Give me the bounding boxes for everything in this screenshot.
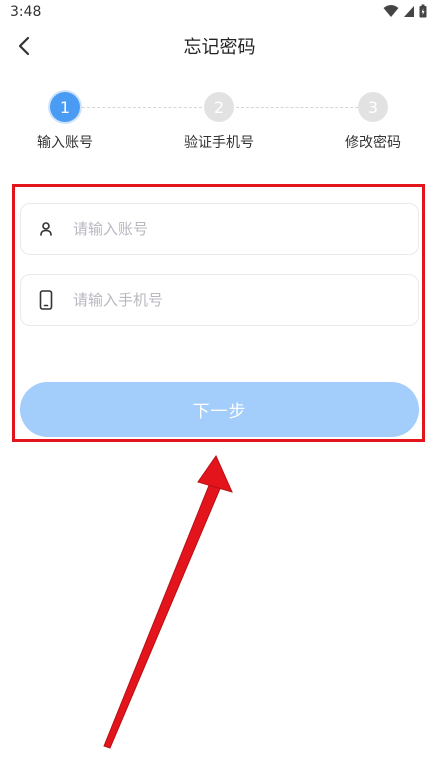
step-number: 3 [367, 97, 379, 117]
annotation-highlight-box [12, 184, 425, 442]
step-2-label: 验证手机号 [184, 135, 254, 151]
step-connector [236, 107, 358, 108]
step-number: 2 [213, 97, 225, 117]
step-number: 1 [59, 97, 71, 117]
page-title: 忘记密码 [183, 37, 256, 58]
step-2-indicator: 2 [204, 92, 234, 122]
step-connector [82, 107, 202, 108]
status-bar: 3:48 [0, 0, 439, 26]
status-icons [383, 4, 427, 18]
nav-bar: 忘记密码 [0, 26, 439, 64]
annotation-arrow-shaft [103, 477, 223, 749]
signal-icon [404, 6, 414, 17]
annotation-arrow-head [197, 454, 233, 493]
battery-icon [419, 4, 427, 18]
step-1-label: 输入账号 [37, 135, 93, 151]
step-3-indicator: 3 [358, 92, 388, 122]
status-time: 3:48 [10, 4, 42, 20]
stepper: 1 2 3 输入账号 验证手机号 修改密码 [0, 90, 439, 160]
step-1-indicator: 1 [50, 92, 80, 122]
step-3-label: 修改密码 [345, 135, 401, 151]
wifi-icon [383, 5, 399, 17]
